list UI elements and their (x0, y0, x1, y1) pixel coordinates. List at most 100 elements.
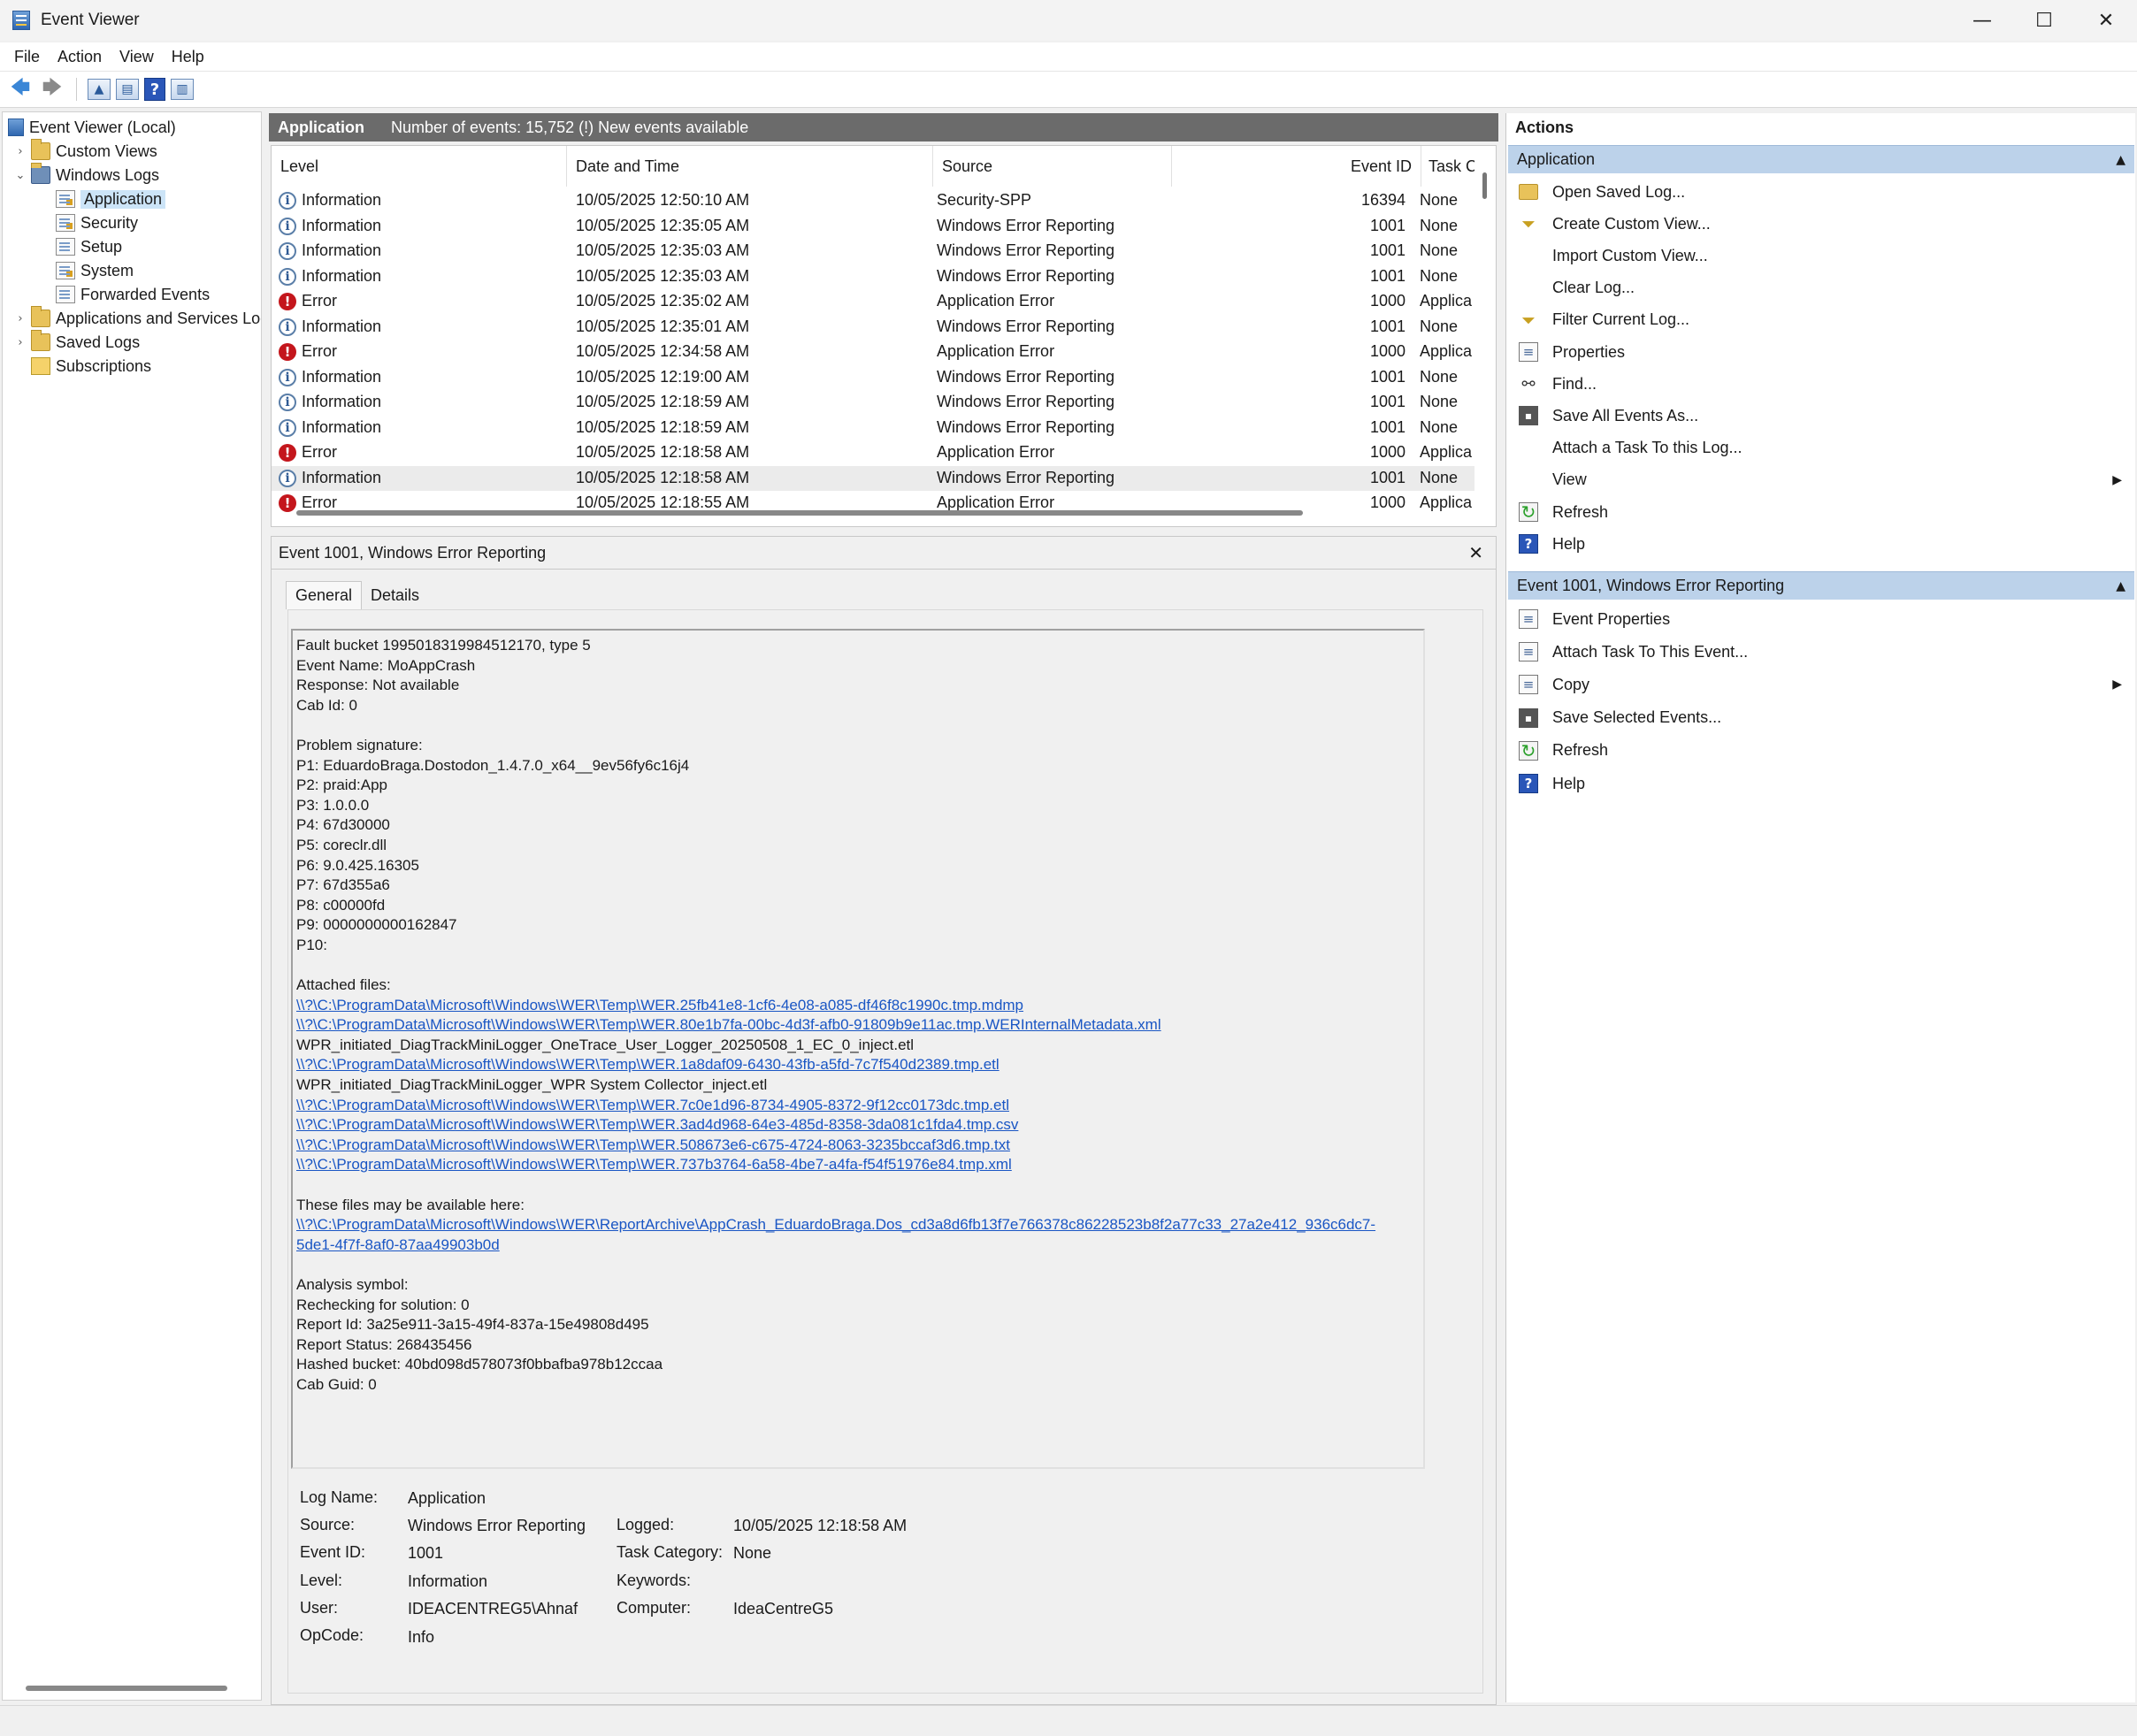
tree-item-subscriptions[interactable]: Subscriptions (13, 355, 151, 378)
file-path-link[interactable]: \\?\C:\ProgramData\Microsoft\Windows\WER… (296, 1015, 1420, 1036)
expand-arrow-icon[interactable]: › (13, 312, 27, 325)
event-row[interactable]: i Information 10/05/2025 12:35:03 AM Window… (272, 264, 1474, 289)
collapse-caret-icon[interactable]: ▲ (2116, 579, 2126, 593)
tab-general[interactable]: General (286, 581, 363, 609)
vertical-scrollbar[interactable] (1482, 172, 1487, 199)
back-arrow-icon[interactable]: 🡄 (7, 76, 34, 103)
action-help[interactable]: ? Help (1508, 529, 2133, 559)
action-view[interactable]: View ▶ (1508, 465, 2133, 495)
event-date-time: 10/05/2025 12:18:58 AM (576, 443, 750, 461)
action-event-properties[interactable]: Event Properties (1508, 604, 2133, 634)
tree-item-event-viewer-local[interactable]: Event Viewer (Local) (6, 116, 176, 139)
error-icon: ! (279, 444, 296, 462)
windows-logs-folder-icon (31, 163, 50, 184)
collapse-arrow-icon[interactable]: ⌄ (13, 169, 27, 182)
column-header-date-time[interactable]: Date and Time (567, 146, 933, 187)
maximize-button[interactable]: ☐ (2013, 0, 2075, 41)
action-create-custom-view[interactable]: ⏷ Create Custom View... (1508, 209, 2133, 239)
properties-icon (1519, 675, 1538, 695)
expand-arrow-icon[interactable]: › (13, 145, 27, 158)
tree-item-security[interactable]: Security (38, 211, 138, 234)
action-import-custom-view[interactable]: Import Custom View... (1508, 241, 2133, 271)
event-source: Windows Error Reporting (937, 266, 1115, 285)
actions-section-event[interactable]: Event 1001, Windows Error Reporting ▲ (1508, 571, 2134, 600)
information-icon: i (279, 394, 296, 411)
event-row[interactable]: i Information 10/05/2025 12:35:01 AM Window… (272, 315, 1474, 340)
event-row[interactable]: i Information 10/05/2025 12:18:58 AM Window… (272, 465, 1474, 491)
action-help[interactable]: ? Help (1508, 769, 2133, 799)
file-path-link[interactable]: \\?\C:\ProgramData\Microsoft\Windows\WER… (296, 1136, 1420, 1156)
menu-view[interactable]: View (111, 48, 163, 66)
file-path-link[interactable]: \\?\C:\ProgramData\Microsoft\Windows\WER… (296, 1096, 1420, 1116)
event-row[interactable]: i Information 10/05/2025 12:50:10 AM Securi… (272, 188, 1474, 213)
file-path-link[interactable]: \\?\C:\ProgramData\Microsoft\Windows\WER… (296, 996, 1420, 1016)
event-description-text[interactable]: Fault bucket 1995018319984512170, type 5… (291, 629, 1425, 1469)
column-header-source[interactable]: Source (933, 146, 1172, 187)
tree-item-application[interactable]: Application (38, 187, 166, 210)
event-task-category: Applica (1420, 443, 1473, 461)
user-value: IDEACENTREG5\Ahnaf (408, 1600, 578, 1617)
close-detail-icon[interactable]: ✕ (1468, 542, 1483, 563)
forward-arrow-icon[interactable]: 🡆 (39, 76, 65, 103)
event-row[interactable]: ! Error 10/05/2025 12:18:58 AM Application … (272, 440, 1474, 465)
file-path-link[interactable]: \\?\C:\ProgramData\Microsoft\Windows\WER… (296, 1155, 1420, 1175)
action-refresh[interactable]: ↻ Refresh (1508, 497, 2133, 527)
event-row[interactable]: i Information 10/05/2025 12:19:00 AM Window… (272, 365, 1474, 390)
event-task-category: Applica (1420, 493, 1473, 511)
tree-item-forwarded-events[interactable]: Forwarded Events (38, 283, 210, 306)
show-hide-console-tree-icon[interactable]: ▤ (116, 79, 139, 100)
folder-icon (31, 330, 50, 351)
event-row[interactable]: i Information 10/05/2025 12:35:05 AM Window… (272, 214, 1474, 239)
menu-file[interactable]: File (5, 48, 49, 66)
collapse-caret-icon[interactable]: ▲ (2116, 153, 2126, 167)
horizontal-scrollbar[interactable] (296, 510, 1303, 516)
show-hide-action-pane-icon[interactable]: ▥ (171, 79, 194, 100)
tree-item-applications-and-services-logs[interactable]: › Applications and Services Logs (13, 306, 261, 330)
event-row[interactable]: i Information 10/05/2025 12:18:59 AM Window… (272, 390, 1474, 415)
actions-section-application[interactable]: Application ▲ (1508, 145, 2134, 173)
tree-item-saved-logs[interactable]: › Saved Logs (13, 330, 140, 354)
action-copy[interactable]: Copy ▶ (1508, 669, 2133, 700)
description-line: Event Name: MoAppCrash (296, 656, 476, 674)
column-header-level[interactable]: Level (272, 146, 567, 187)
file-path-link[interactable]: 5de1-4f7f-8af0-87aa49903b0d (296, 1235, 1420, 1256)
action-attach-a-task-to-this-log[interactable]: Attach a Task To this Log... (1508, 433, 2133, 463)
tree-item-custom-views[interactable]: › Custom Views (13, 139, 157, 163)
column-header-event-id[interactable]: Event ID (1172, 146, 1421, 187)
action-refresh[interactable]: ↻ Refresh (1508, 736, 2133, 766)
file-path-link[interactable]: \\?\C:\ProgramData\Microsoft\Windows\WER… (296, 1055, 1420, 1075)
tree-item-windows-logs[interactable]: ⌄ Windows Logs (13, 163, 159, 187)
description-line: P6: 9.0.425.16305 (296, 856, 419, 874)
action-filter-current-log[interactable]: ⏷ Filter Current Log... (1508, 305, 2133, 335)
action-clear-log[interactable]: Clear Log... (1508, 273, 2133, 303)
help-icon[interactable]: ? (144, 78, 165, 101)
event-row[interactable]: i Information 10/05/2025 12:35:03 AM Window… (272, 239, 1474, 264)
event-id: 1001 (1369, 317, 1406, 335)
action-properties[interactable]: Properties (1508, 337, 2133, 367)
close-window-button[interactable]: ✕ (2075, 0, 2137, 41)
menu-help[interactable]: Help (163, 48, 213, 66)
menu-action[interactable]: Action (49, 48, 111, 66)
folder-icon (31, 139, 50, 160)
action-find[interactable]: ⚯ Find... (1508, 369, 2133, 399)
action-attach-task-to-this-event[interactable]: Attach Task To This Event... (1508, 637, 2133, 667)
event-row[interactable]: ! Error 10/05/2025 12:35:02 AM Application … (272, 289, 1474, 314)
tree-item-setup[interactable]: Setup (38, 235, 122, 258)
up-folder-icon[interactable]: ▲ (88, 79, 111, 100)
horizontal-scrollbar[interactable] (26, 1686, 227, 1691)
event-task-category: None (1420, 241, 1459, 259)
event-row[interactable]: ! Error 10/05/2025 12:34:58 AM Application … (272, 340, 1474, 364)
action-save-selected-events[interactable]: ▪ Save Selected Events... (1508, 703, 2133, 733)
file-path-link[interactable]: \\?\C:\ProgramData\Microsoft\Windows\WER… (296, 1115, 1420, 1136)
tree-item-system[interactable]: System (38, 259, 134, 282)
minimize-button[interactable]: — (1951, 0, 2013, 41)
event-row[interactable]: i Information 10/05/2025 12:18:59 AM Window… (272, 416, 1474, 440)
action-save-all-events-as[interactable]: ▪ Save All Events As... (1508, 401, 2133, 431)
file-path-link[interactable]: \\?\C:\ProgramData\Microsoft\Windows\WER… (296, 1215, 1420, 1235)
action-open-saved-log[interactable]: Open Saved Log... (1508, 177, 2133, 207)
description-line: WPR_initiated_DiagTrackMiniLogger_OneTra… (296, 1036, 915, 1053)
expand-arrow-icon[interactable]: › (13, 336, 27, 349)
event-source: Application Error (937, 292, 1055, 310)
column-header-task-category[interactable]: Task Ca (1421, 146, 1474, 187)
tab-details[interactable]: Details (362, 581, 428, 609)
